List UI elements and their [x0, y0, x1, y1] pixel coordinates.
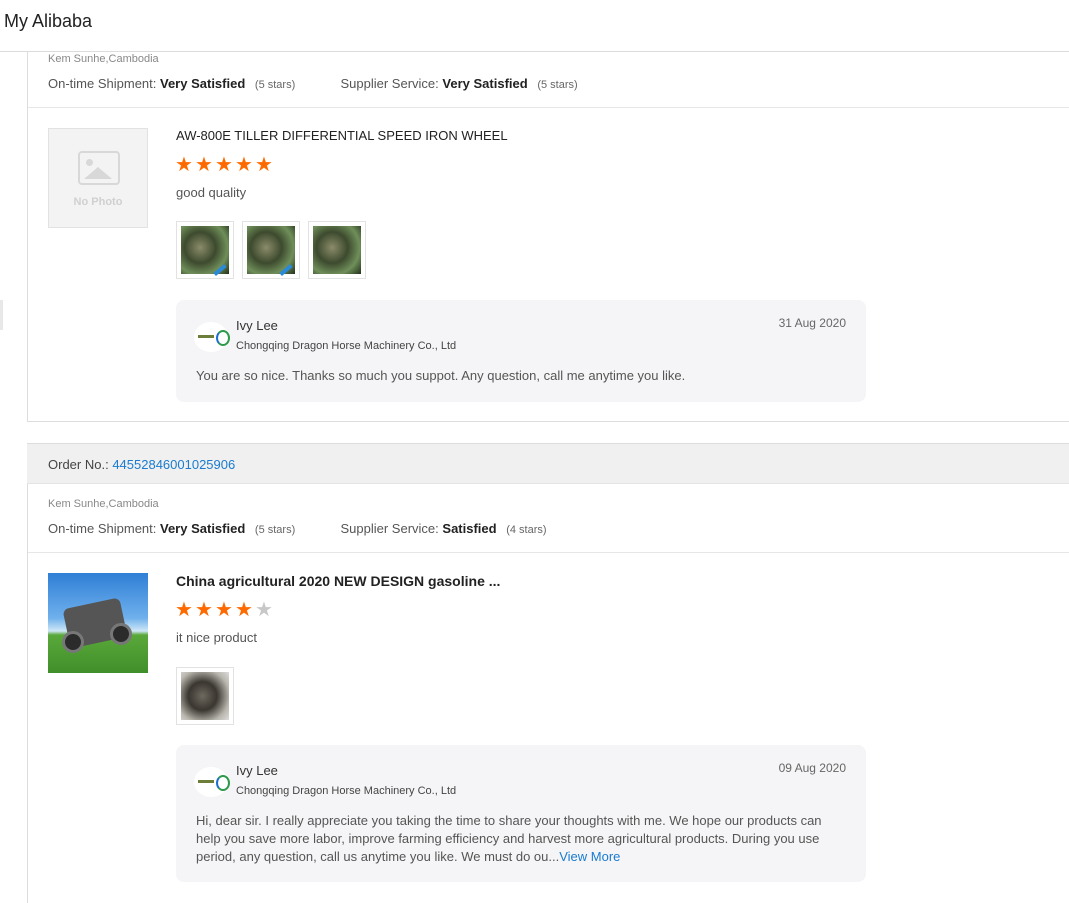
reply-text-body: Hi, dear sir. I really appreciate you ta… [196, 813, 822, 864]
buyer-location: Kem Sunhe,Cambodia [48, 498, 159, 510]
star-icon: ★ [175, 154, 193, 176]
review-photos [176, 667, 234, 725]
review-comment: it nice product [176, 630, 257, 645]
shipment-stars: (5 stars) [254, 79, 296, 91]
product-thumbnail[interactable] [48, 573, 148, 673]
sidebar-collapse-handle[interactable] [0, 300, 3, 330]
card-divider [27, 421, 1069, 422]
order-label: Order No.: [48, 457, 109, 472]
star-icon: ★ [195, 599, 213, 621]
product-rating-stars: ★ ★ ★ ★ ★ [175, 154, 274, 176]
order-number-row: Order No.: 44552846001025906 [48, 457, 235, 472]
page-title[interactable]: My Alibaba [4, 11, 92, 32]
reply-date: 31 Aug 2020 [778, 316, 846, 330]
divider [28, 107, 1069, 108]
card-left-border [27, 484, 28, 903]
service-stars: (5 stars) [537, 79, 578, 91]
supplier-ratings: On-time Shipment: Very Satisfied (5 star… [48, 521, 547, 536]
service-value: Satisfied [442, 521, 497, 536]
reply-company: Chongqing Dragon Horse Machinery Co., Lt… [236, 785, 457, 797]
reply-company: Chongqing Dragon Horse Machinery Co., Lt… [236, 340, 457, 352]
top-bar: My Alibaba [0, 0, 1069, 52]
shipment-label: On-time Shipment: [48, 521, 157, 536]
shipment-stars: (5 stars) [254, 524, 296, 536]
supplier-reply: Ivy Lee Chongqing Dragon Horse Machinery… [176, 745, 866, 882]
divider [28, 552, 1069, 553]
review-photo[interactable] [308, 221, 366, 279]
review-photo[interactable] [176, 221, 234, 279]
star-icon: ★ [215, 154, 233, 176]
star-icon: ★ [175, 599, 193, 621]
no-photo-label: No Photo [73, 196, 123, 208]
review-photo[interactable] [242, 221, 300, 279]
shipment-label: On-time Shipment: [48, 76, 157, 91]
view-more-link[interactable]: View More [559, 849, 620, 864]
product-thumbnail-no-photo[interactable]: No Photo [48, 128, 148, 228]
shipment-value: Very Satisfied [160, 521, 246, 536]
star-icon: ★ [195, 154, 213, 176]
reply-author: Ivy Lee [236, 318, 278, 333]
star-icon: ★ [255, 154, 273, 176]
shipment-value: Very Satisfied [160, 76, 246, 91]
star-empty-icon: ★ [255, 599, 273, 621]
star-icon: ★ [235, 599, 253, 621]
order-header: Order No.: 44552846001025906 [27, 443, 1069, 484]
reply-date: 09 Aug 2020 [778, 761, 846, 775]
review-photos [176, 221, 366, 279]
review-photo[interactable] [176, 667, 234, 725]
star-icon: ★ [235, 154, 253, 176]
star-icon: ★ [215, 599, 233, 621]
reply-text: Hi, dear sir. I really appreciate you ta… [196, 812, 846, 866]
supplier-reply: Ivy Lee Chongqing Dragon Horse Machinery… [176, 300, 866, 402]
reply-author: Ivy Lee [236, 763, 278, 778]
order-number-link[interactable]: 44552846001025906 [112, 457, 235, 472]
service-stars: (4 stars) [506, 524, 547, 536]
tiller-wheel [110, 623, 132, 645]
product-title[interactable]: China agricultural 2020 NEW DESIGN gasol… [176, 573, 500, 589]
tiller-wheel [62, 631, 84, 653]
buyer-location: Kem Sunhe,Cambodia [48, 53, 159, 65]
review-comment: good quality [176, 185, 247, 200]
supplier-logo-icon [194, 322, 230, 352]
product-title[interactable]: AW-800E TILLER DIFFERENTIAL SPEED IRON W… [176, 128, 508, 143]
reply-text: You are so nice. Thanks so much you supp… [196, 368, 686, 383]
service-value: Very Satisfied [442, 76, 528, 91]
supplier-ratings: On-time Shipment: Very Satisfied (5 star… [48, 76, 578, 91]
service-label: Supplier Service: [340, 76, 439, 91]
image-placeholder-icon [78, 151, 120, 185]
supplier-logo-icon [194, 767, 230, 797]
product-rating-stars: ★ ★ ★ ★ ★ [175, 599, 274, 621]
service-label: Supplier Service: [340, 521, 439, 536]
